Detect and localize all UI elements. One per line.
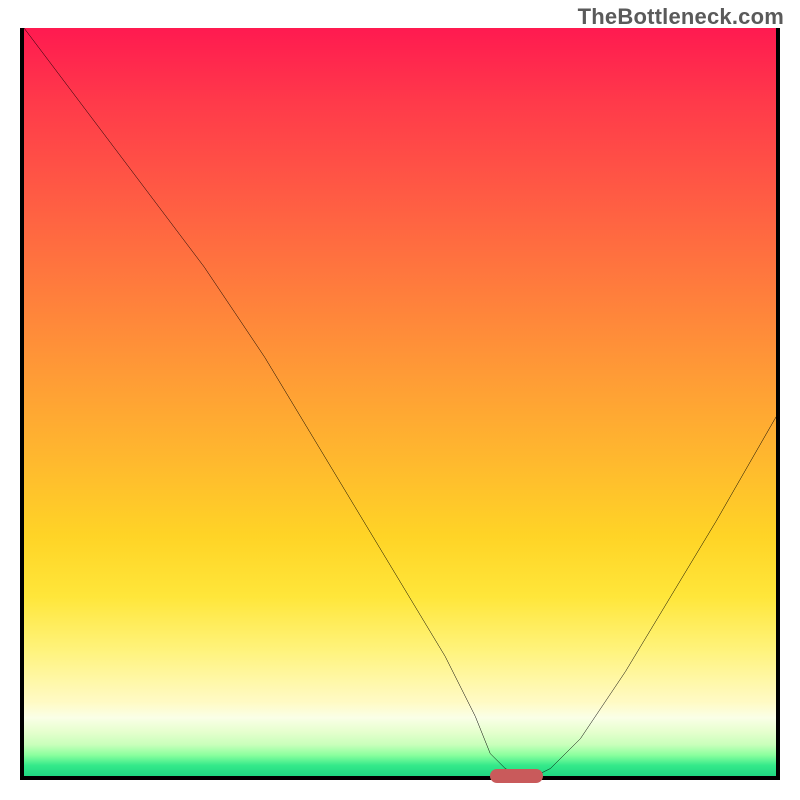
- bottleneck-curve: [24, 28, 776, 776]
- chart-frame: [20, 28, 780, 780]
- optimal-range-marker: [490, 769, 543, 783]
- curve-layer: [24, 28, 776, 776]
- watermark-text: TheBottleneck.com: [578, 4, 784, 30]
